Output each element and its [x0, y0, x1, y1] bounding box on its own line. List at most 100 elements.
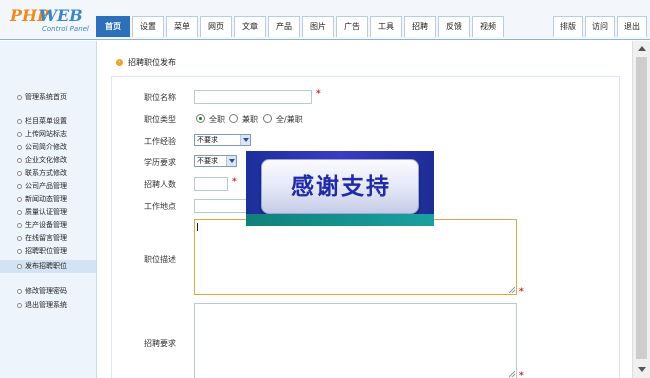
- sidebar-item-password[interactable]: 修改管理密码: [0, 285, 96, 298]
- banner-text: 感谢支持: [291, 174, 391, 200]
- required-mark: *: [519, 371, 524, 378]
- sidebar: 管理系统首页 栏目菜单设置 上传网站标志 公司简介修改 企业文化修改 联系方式修…: [0, 41, 97, 378]
- sidebar-item-culture[interactable]: 企业文化修改: [0, 154, 96, 167]
- bullet-icon: [17, 249, 22, 254]
- sidebar-item-company-intro[interactable]: 公司简介修改: [0, 141, 96, 154]
- visit-button[interactable]: 访问: [585, 16, 615, 37]
- tab-recruit[interactable]: 招聘: [404, 16, 436, 37]
- banner-plate: 感谢支持: [261, 159, 419, 214]
- tab-product[interactable]: 产品: [268, 16, 300, 37]
- scroll-up-icon[interactable]: [635, 42, 648, 55]
- resize-grip-icon[interactable]: [509, 371, 515, 377]
- main-nav: 首页 设置 菜单 网页 文章 产品 图片 广告 工具 招聘 反馈 视频: [96, 16, 506, 37]
- bullet-icon: [17, 236, 22, 241]
- required-mark: *: [519, 287, 524, 297]
- description-label: 职位描述: [144, 255, 176, 264]
- app-window: PHP WEB Control Panel 首页 设置 菜单 网页 文章 产品 …: [0, 0, 650, 378]
- logo-part2: WEB: [39, 6, 83, 25]
- sidebar-item-post-job[interactable]: 发布招聘职位: [0, 260, 96, 273]
- sidebar-item-logout[interactable]: 退出管理系统: [0, 299, 96, 312]
- tab-tools[interactable]: 工具: [370, 16, 402, 37]
- sidebar-item-label: 在线留言管理: [25, 234, 67, 242]
- chevron-down-icon: [226, 156, 236, 166]
- header: PHP WEB Control Panel 首页 设置 菜单 网页 文章 产品 …: [0, 0, 650, 40]
- bullet-icon: [17, 264, 22, 269]
- experience-label: 工作经验: [144, 137, 176, 146]
- sidebar-item-label: 退出管理系统: [25, 301, 67, 309]
- scroll-thumb[interactable]: [636, 57, 647, 359]
- sidebar-item-label: 公司产品管理: [25, 182, 67, 190]
- job-type-label: 职位类型: [144, 115, 176, 124]
- sidebar-item-label: 企业文化修改: [25, 156, 67, 164]
- job-name-input[interactable]: [194, 90, 312, 104]
- experience-select[interactable]: 不要求: [194, 134, 251, 146]
- bullet-icon: [17, 171, 22, 176]
- bullet-icon: [17, 210, 22, 215]
- thanks-banner: 感谢支持: [246, 151, 434, 226]
- sidebar-item-certification[interactable]: 质量认证管理: [0, 206, 96, 219]
- tab-video[interactable]: 视频: [472, 16, 504, 37]
- sidebar-item-upload-logo[interactable]: 上传网站标志: [0, 128, 96, 141]
- bullet-icon: [17, 223, 22, 228]
- bullet-icon: [17, 145, 22, 150]
- bullet-icon: [17, 119, 22, 124]
- bullet-icon: [17, 95, 22, 100]
- tab-home[interactable]: 首页: [96, 16, 130, 37]
- job-name-label: 职位名称: [144, 93, 176, 102]
- tab-ads[interactable]: 广告: [336, 16, 368, 37]
- sidebar-item-label: 新闻动态管理: [25, 195, 67, 203]
- job-form: 职位名称 * 职位类型 全职 兼职 全/兼职 工作经验 不要求 学历要求 不要求…: [111, 76, 620, 378]
- job-type-fulltime-label: 全职: [209, 115, 225, 124]
- education-label: 学历要求: [144, 158, 176, 167]
- required-mark: *: [316, 89, 321, 99]
- requirements-label: 招聘要求: [144, 339, 176, 348]
- sidebar-item-label: 招聘职位管理: [25, 247, 67, 255]
- sidebar-item-jobs[interactable]: 招聘职位管理: [0, 245, 96, 258]
- sidebar-item-label: 上传网站标志: [25, 130, 67, 138]
- tab-feedback[interactable]: 反馈: [438, 16, 470, 37]
- tab-settings[interactable]: 设置: [132, 16, 164, 37]
- scrollbar[interactable]: [632, 41, 650, 378]
- scroll-down-icon[interactable]: [635, 363, 648, 376]
- sidebar-item-messages[interactable]: 在线留言管理: [0, 232, 96, 245]
- sidebar-item-label: 管理系统首页: [25, 93, 67, 101]
- sidebar-item-label: 栏目菜单设置: [25, 117, 67, 125]
- location-input[interactable]: [194, 199, 254, 213]
- chevron-down-icon: [240, 135, 250, 145]
- sidebar-item-menu-settings[interactable]: 栏目菜单设置: [0, 115, 96, 128]
- utility-nav: 排版 访问 退出: [551, 16, 647, 37]
- sidebar-item-label: 修改管理密码: [25, 287, 67, 295]
- education-value: 不要求: [197, 157, 218, 165]
- experience-value: 不要求: [197, 136, 218, 144]
- sidebar-item-products[interactable]: 公司产品管理: [0, 180, 96, 193]
- sidebar-item-label: 质量认证管理: [25, 208, 67, 216]
- job-type-both-radio[interactable]: [263, 114, 272, 123]
- education-select[interactable]: 不要求: [194, 155, 237, 167]
- required-mark: *: [232, 177, 237, 187]
- logout-button[interactable]: 退出: [617, 16, 647, 37]
- job-type-parttime-label: 兼职: [242, 115, 258, 124]
- requirements-textarea[interactable]: [194, 303, 517, 378]
- bullet-icon: [17, 132, 22, 137]
- tab-webpage[interactable]: 网页: [200, 16, 232, 37]
- sidebar-item-label: 发布招聘职位: [25, 262, 67, 270]
- job-type-fulltime-radio[interactable]: [196, 114, 205, 123]
- sidebar-item-home[interactable]: 管理系统首页: [0, 91, 96, 104]
- headcount-input[interactable]: [194, 177, 228, 191]
- job-type-parttime-radio[interactable]: [229, 114, 238, 123]
- tab-menu[interactable]: 菜单: [166, 16, 198, 37]
- tab-image[interactable]: 图片: [302, 16, 334, 37]
- text-caret: [197, 223, 198, 231]
- resize-grip-icon[interactable]: [509, 287, 515, 293]
- location-label: 工作地点: [144, 202, 176, 211]
- sidebar-item-news[interactable]: 新闻动态管理: [0, 193, 96, 206]
- sidebar-item-label: 联系方式修改: [25, 169, 67, 177]
- description-textarea[interactable]: [194, 219, 517, 295]
- banner-strip: [246, 214, 434, 226]
- page-title: 招聘职位发布: [128, 58, 176, 67]
- bullet-icon: [17, 197, 22, 202]
- layout-button[interactable]: 排版: [553, 16, 583, 37]
- tab-article[interactable]: 文章: [234, 16, 266, 37]
- sidebar-item-equipment[interactable]: 生产设备管理: [0, 219, 96, 232]
- sidebar-item-contact[interactable]: 联系方式修改: [0, 167, 96, 180]
